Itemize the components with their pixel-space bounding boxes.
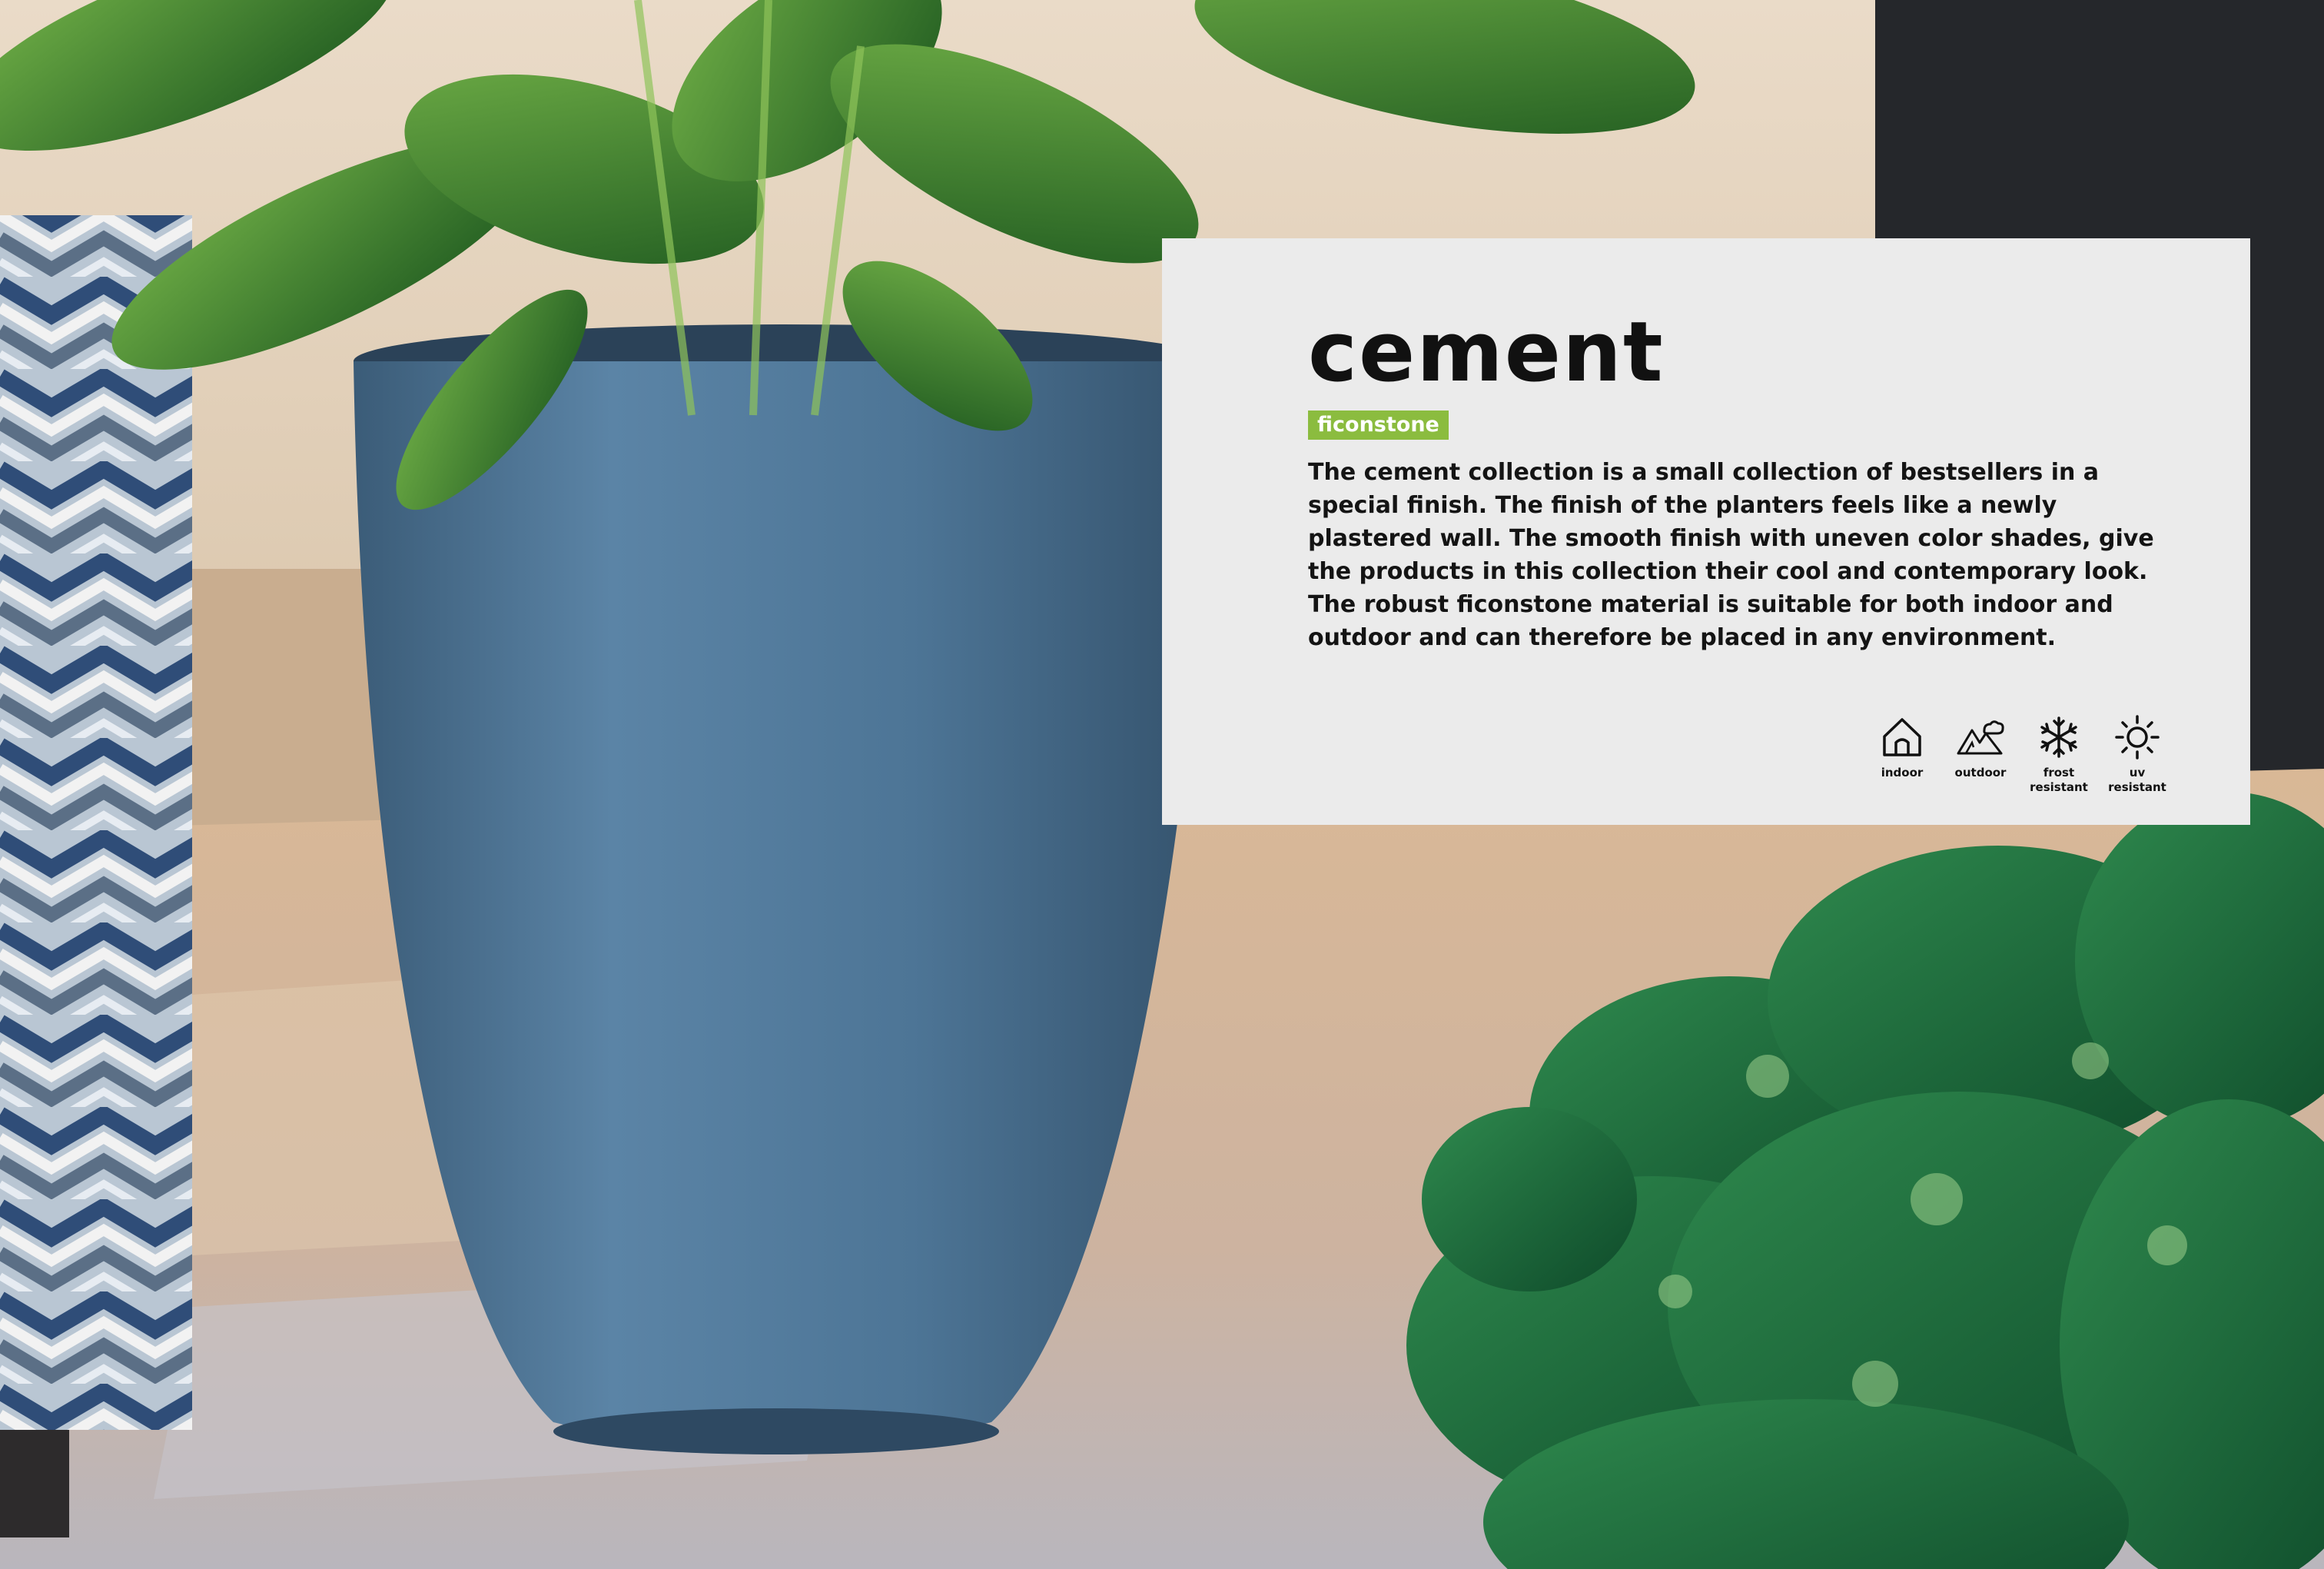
product-title: cement	[1308, 304, 1665, 401]
feature-frost-resistant: frost resistant	[2020, 713, 2098, 795]
feature-label: indoor	[1881, 766, 1924, 780]
material-badge: ficonstone	[1308, 411, 1449, 440]
feature-indoor: indoor	[1863, 713, 1941, 795]
product-info-card: cement ficonstone The cement collection …	[1162, 238, 2250, 825]
sun-icon	[2115, 715, 2160, 760]
feature-outdoor: outdoor	[1941, 713, 2020, 795]
feature-list: indoor outdoor frost resistant uv resist…	[1863, 713, 2176, 795]
mountain-cloud-icon	[1957, 720, 2004, 755]
snowflake-icon	[2040, 716, 2077, 758]
feature-uv-resistant: uv resistant	[2098, 713, 2176, 795]
product-description: The cement collection is a small collect…	[1308, 459, 2154, 651]
feature-label: outdoor	[1954, 766, 2007, 780]
feature-label: frost resistant	[2030, 766, 2088, 794]
house-icon	[1883, 718, 1921, 756]
feature-label: uv resistant	[2108, 766, 2166, 794]
